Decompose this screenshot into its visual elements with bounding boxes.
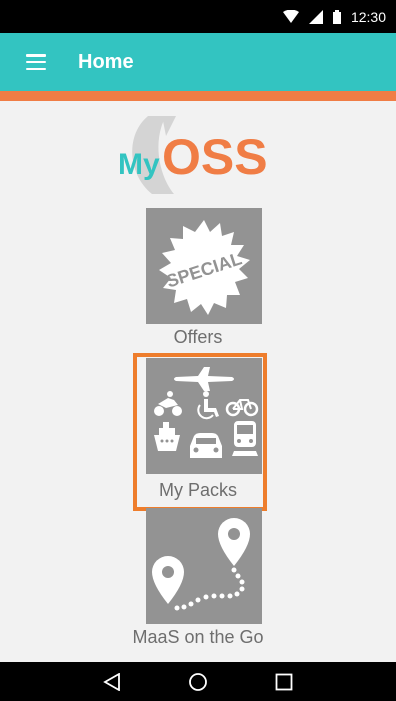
- home-icon[interactable]: [188, 672, 208, 692]
- route-pins-icon: [152, 518, 250, 611]
- page-title: Home: [78, 50, 134, 73]
- status-time: 12:30: [350, 8, 386, 25]
- status-bar: 12:30: [0, 0, 396, 33]
- app-bar: Home: [0, 33, 396, 91]
- wifi-icon: [282, 9, 299, 23]
- back-icon[interactable]: [103, 672, 121, 691]
- header-stripe: [0, 91, 396, 101]
- offers-label: Offers: [173, 327, 223, 347]
- navigation-bar: [0, 662, 396, 701]
- maas-on-the-go-label: MaaS on the Go: [132, 627, 264, 647]
- signal-icon: [308, 9, 323, 24]
- myoss-logo: My OSS: [104, 116, 284, 196]
- logo-name: OSS: [162, 129, 268, 185]
- menu-icon[interactable]: [26, 54, 46, 70]
- special-badge-icon: SPECIAL: [159, 220, 250, 315]
- recents-icon[interactable]: [275, 673, 293, 691]
- maas-on-the-go-tile[interactable]: [146, 508, 262, 624]
- my-packs-label: My Packs: [158, 480, 237, 500]
- battery-icon: [332, 9, 341, 24]
- logo-prefix: My: [118, 148, 160, 181]
- offers-tile[interactable]: SPECIAL: [146, 208, 262, 324]
